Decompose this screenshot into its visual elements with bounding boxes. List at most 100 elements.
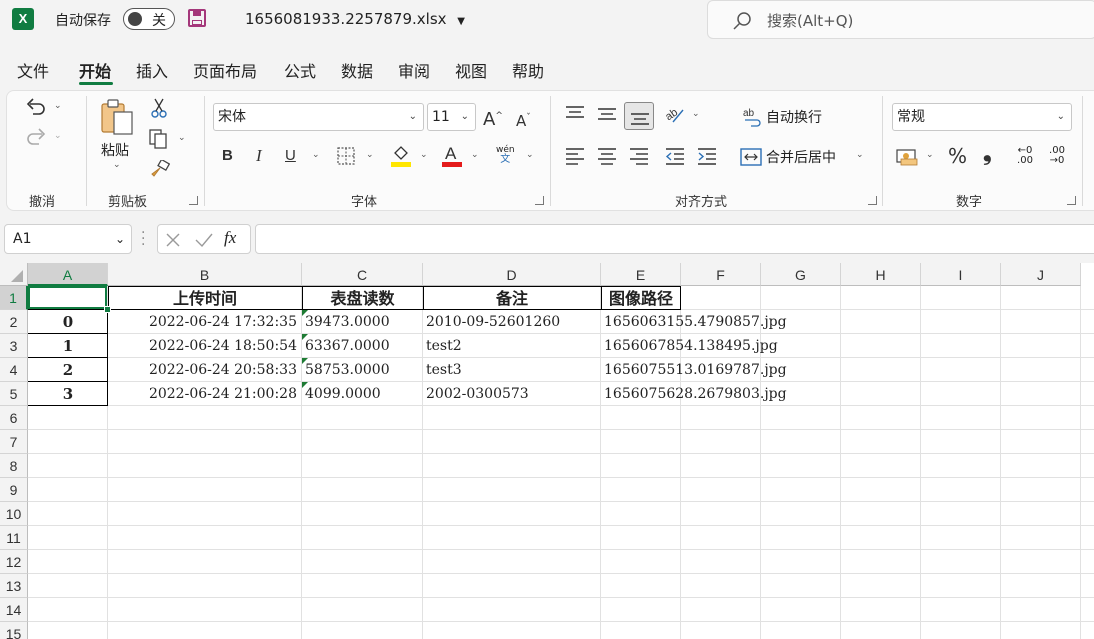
row-header-15[interactable]: 15	[0, 622, 28, 639]
percent-style-button[interactable]: %	[948, 145, 967, 167]
font-size-select[interactable]: 11 ⌄	[427, 103, 476, 131]
data-cell[interactable]: 1656075628.2679803.jpg	[604, 382, 787, 406]
row-header-5[interactable]: 5	[0, 382, 28, 406]
orientation-dropdown-icon[interactable]: ⌄	[692, 109, 700, 119]
row-header-1[interactable]: 1	[0, 286, 28, 310]
tab-view[interactable]: 视图	[455, 58, 487, 82]
row-header-2[interactable]: 2	[0, 310, 28, 334]
data-cell[interactable]: 4099.0000	[305, 382, 420, 406]
data-cell[interactable]: 2022-06-24 20:58:33	[111, 358, 299, 382]
bold-button[interactable]: B	[222, 145, 233, 167]
accounting-format-icon[interactable]	[895, 147, 919, 167]
row-header-6[interactable]: 6	[0, 406, 28, 430]
increase-font-icon[interactable]: A^	[483, 105, 503, 131]
select-all-button[interactable]	[0, 263, 28, 286]
column-header-b[interactable]: B	[108, 263, 302, 286]
column-header-e[interactable]: E	[601, 263, 681, 286]
format-painter-icon[interactable]	[150, 160, 170, 180]
phonetic-icon[interactable]: wén 文	[496, 145, 515, 165]
increase-indent-icon[interactable]	[696, 146, 718, 166]
merge-dropdown-icon[interactable]: ⌄	[856, 150, 864, 160]
data-cell[interactable]: test2	[426, 334, 598, 358]
number-as-text-indicator-icon[interactable]	[302, 310, 308, 316]
column-header-d[interactable]: D	[423, 263, 601, 286]
underline-dropdown-icon[interactable]: ⌄	[312, 150, 320, 160]
data-cell[interactable]: 2002-0300573	[426, 382, 598, 406]
accounting-dropdown-icon[interactable]: ⌄	[926, 150, 934, 160]
fill-color-dropdown-icon[interactable]: ⌄	[420, 150, 428, 160]
row-header-7[interactable]: 7	[0, 430, 28, 454]
copy-dropdown-icon[interactable]: ⌄	[178, 133, 186, 143]
row-header-11[interactable]: 11	[0, 526, 28, 550]
column-header-j[interactable]: J	[1001, 263, 1081, 286]
tab-review[interactable]: 审阅	[398, 58, 430, 82]
align-top-icon[interactable]	[564, 104, 586, 124]
number-format-select[interactable]: 常规 ⌄	[892, 103, 1072, 131]
autosave-toggle[interactable]: 关	[123, 8, 175, 30]
font-name-select[interactable]: 宋体 ⌄	[213, 103, 424, 131]
redo-dropdown-icon[interactable]: ⌄	[54, 131, 62, 141]
data-cell[interactable]: 63367.0000	[305, 334, 420, 358]
number-launcher-icon[interactable]	[1067, 196, 1076, 205]
row-header-9[interactable]: 9	[0, 478, 28, 502]
cancel-icon[interactable]	[164, 231, 182, 249]
file-name[interactable]: 1656081933.2257879.xlsx ▼	[245, 10, 465, 28]
search-box[interactable]: 搜索(Alt+Q)	[707, 0, 1094, 39]
font-color-dropdown-icon[interactable]: ⌄	[471, 150, 479, 160]
data-cell[interactable]: 39473.0000	[305, 310, 420, 334]
undo-icon[interactable]	[24, 96, 48, 118]
save-icon[interactable]	[188, 9, 206, 27]
header-cell[interactable]: 图像路径	[604, 286, 678, 310]
row-header-12[interactable]: 12	[0, 550, 28, 574]
data-cell[interactable]: 1656063155.4790857.jpg	[604, 310, 787, 334]
row-header-4[interactable]: 4	[0, 358, 28, 382]
header-cell[interactable]: 上传时间	[111, 286, 299, 310]
font-color-icon[interactable]: A	[441, 143, 463, 169]
decrease-decimal-button[interactable]: .00 →0	[1045, 146, 1069, 166]
data-cell[interactable]: 2022-06-24 18:50:54	[111, 334, 299, 358]
header-cell[interactable]: 备注	[426, 286, 598, 310]
align-left-icon[interactable]	[564, 146, 586, 166]
tab-data[interactable]: 数据	[341, 58, 373, 82]
row-header-14[interactable]: 14	[0, 598, 28, 622]
borders-dropdown-icon[interactable]: ⌄	[366, 150, 374, 160]
copy-icon[interactable]	[148, 128, 170, 150]
data-cell[interactable]: 1656075513.0169787.jpg	[604, 358, 787, 382]
row-header-10[interactable]: 10	[0, 502, 28, 526]
number-as-text-indicator-icon[interactable]	[302, 358, 308, 364]
row-header-3[interactable]: 3	[0, 334, 28, 358]
orientation-icon[interactable]: ab	[663, 104, 687, 126]
paste-icon[interactable]	[100, 98, 136, 138]
number-as-text-indicator-icon[interactable]	[302, 382, 308, 388]
data-cell[interactable]: 1	[31, 334, 105, 358]
tab-help[interactable]: 帮助	[512, 58, 544, 82]
data-cell[interactable]: test3	[426, 358, 598, 382]
data-cell[interactable]: 0	[31, 310, 105, 334]
italic-button[interactable]: I	[256, 145, 262, 167]
data-cell[interactable]: 2	[31, 358, 105, 382]
undo-dropdown-icon[interactable]: ⌄	[54, 101, 62, 111]
column-header-c[interactable]: C	[302, 263, 423, 286]
header-cell[interactable]: 表盘读数	[305, 286, 420, 310]
increase-decimal-button[interactable]: ←0 .00	[1013, 146, 1037, 166]
tab-home[interactable]: 开始	[79, 58, 111, 82]
column-header-g[interactable]: G	[761, 263, 841, 286]
insert-function-icon[interactable]: fx	[224, 228, 236, 248]
tab-formulas[interactable]: 公式	[284, 58, 316, 82]
column-header-a[interactable]: A	[28, 263, 108, 286]
number-as-text-indicator-icon[interactable]	[302, 334, 308, 340]
row-header-8[interactable]: 8	[0, 454, 28, 478]
decrease-font-icon[interactable]: Aˇ	[516, 107, 531, 132]
cut-icon[interactable]	[150, 97, 168, 119]
data-cell[interactable]: 2022-06-24 21:00:28	[111, 382, 299, 406]
paste-label[interactable]: 粘贴	[101, 140, 129, 160]
tab-file[interactable]: 文件	[17, 58, 49, 82]
row-header-13[interactable]: 13	[0, 574, 28, 598]
alignment-launcher-icon[interactable]	[868, 196, 877, 205]
borders-icon[interactable]	[336, 146, 356, 166]
fill-handle[interactable]	[104, 306, 111, 313]
data-cell[interactable]: 58753.0000	[305, 358, 420, 382]
formula-input[interactable]	[255, 224, 1094, 254]
enter-icon[interactable]	[194, 231, 214, 249]
font-launcher-icon[interactable]	[535, 196, 544, 205]
